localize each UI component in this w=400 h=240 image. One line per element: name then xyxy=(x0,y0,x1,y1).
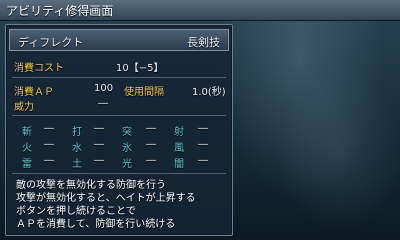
element-name: 闇 xyxy=(174,159,184,170)
element-name: 風 xyxy=(174,143,184,154)
element-name: 光 xyxy=(122,159,132,170)
ap-value: 100 xyxy=(94,83,114,94)
element-name: 打 xyxy=(72,127,82,138)
element-value: ― xyxy=(146,155,156,166)
element-value: ― xyxy=(44,123,54,134)
element-value: ― xyxy=(198,123,208,134)
element-name: 土 xyxy=(72,159,82,170)
description-line: 敵の攻撃を無効化する防御を行う xyxy=(16,180,166,191)
cost-label: 消費コスト xyxy=(14,63,64,74)
title-bar: アビリティ修得画面 xyxy=(0,0,400,21)
element-name: 水 xyxy=(72,143,82,154)
element-value: ― xyxy=(94,123,104,134)
element-value: ― xyxy=(44,155,54,166)
cost-value: 10【−5】 xyxy=(116,63,164,74)
skill-name: ディフレクト xyxy=(18,36,84,49)
ap-label: 消費ＡＰ xyxy=(14,87,54,98)
interval-label: 使用間隔 xyxy=(124,87,164,98)
element-value: ― xyxy=(146,123,156,134)
ability-detail-panel: ディフレクト 長剣技 消費コスト 10【−5】 消費ＡＰ 100 使用間隔 1.… xyxy=(5,24,233,236)
skill-type: 長剣技 xyxy=(187,36,220,49)
description-line: ＡＰを消費して、防御を行い続ける xyxy=(16,219,176,230)
power-value: ― xyxy=(98,98,108,109)
element-name: 斬 xyxy=(22,127,32,138)
element-value: ― xyxy=(146,139,156,150)
element-name: 雷 xyxy=(22,159,32,170)
description-line: 攻撃が無効化すると、ヘイトが上昇する xyxy=(16,193,196,204)
element-value: ― xyxy=(44,139,54,150)
element-value: ― xyxy=(94,139,104,150)
divider xyxy=(12,115,226,116)
element-name: 突 xyxy=(122,127,132,138)
divider xyxy=(12,77,226,78)
element-value: ― xyxy=(198,155,208,166)
window-title: アビリティ修得画面 xyxy=(6,4,114,18)
skill-header: ディフレクト 長剣技 xyxy=(9,29,229,51)
element-value: ― xyxy=(94,155,104,166)
description-line: ボタンを押し続けることで xyxy=(16,206,136,217)
element-value: ― xyxy=(198,139,208,150)
interval-value: 1.0(秒) xyxy=(192,87,226,98)
divider xyxy=(12,173,226,174)
power-label: 威力 xyxy=(14,102,34,113)
element-name: 氷 xyxy=(122,143,132,154)
element-name: 火 xyxy=(22,143,32,154)
element-name: 射 xyxy=(174,127,184,138)
